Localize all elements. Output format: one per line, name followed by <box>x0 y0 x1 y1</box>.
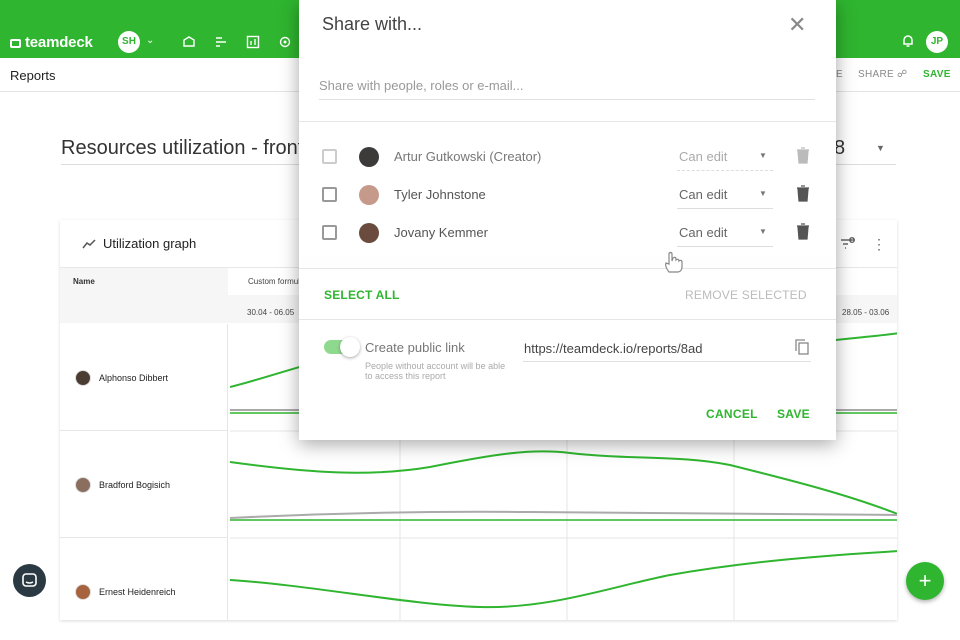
public-link-label: Create public link <box>365 340 465 355</box>
public-link-toggle[interactable] <box>324 337 360 357</box>
app-logo[interactable]: teamdeck <box>10 34 93 51</box>
caret-down-icon: ▼ <box>759 151 767 160</box>
dialog-title: Share with... <box>322 14 423 34</box>
user-row: Artur Gutkowski (Creator) Can edit ▼ <box>299 138 836 176</box>
user-checkbox[interactable] <box>322 225 337 240</box>
logo-icon <box>10 39 21 48</box>
permission-select[interactable]: Can edit ▼ <box>677 179 773 209</box>
avatar <box>359 147 379 167</box>
divider <box>299 268 836 269</box>
permission-select[interactable]: Can edit ▼ <box>677 141 773 171</box>
save-button[interactable]: SAVE <box>777 407 810 421</box>
avatar <box>359 185 379 205</box>
public-link-help: People without account will be able to a… <box>365 361 506 381</box>
plus-icon: + <box>918 568 932 593</box>
trash-icon[interactable] <box>796 223 810 240</box>
user-checkbox[interactable] <box>322 149 337 164</box>
bell-icon[interactable] <box>901 34 915 48</box>
person-name: Alphonso Dibbert <box>99 373 169 383</box>
user-avatar[interactable]: JP <box>926 31 948 53</box>
filter-icon[interactable]: 1 <box>840 237 856 249</box>
public-link-field[interactable]: https://teamdeck.io/reports/8ad <box>523 334 811 362</box>
workspace-avatar[interactable]: SH <box>118 31 140 53</box>
copy-icon[interactable] <box>795 339 809 355</box>
share-button[interactable]: SHARE ☍ <box>858 69 907 80</box>
avatar <box>75 477 91 493</box>
avatar <box>359 223 379 243</box>
user-name: Tyler Johnstone <box>394 187 486 202</box>
permission-value: Can edit <box>679 149 728 164</box>
cancel-button[interactable]: CANCEL <box>706 407 758 421</box>
settings-icon[interactable] <box>278 35 292 49</box>
trash-icon[interactable] <box>796 185 810 202</box>
permission-value: Can edit <box>679 225 728 240</box>
series-line <box>230 510 897 519</box>
series-line <box>230 550 897 609</box>
series-line <box>230 450 897 515</box>
view-button[interactable]: E <box>836 69 843 80</box>
remove-selected-button[interactable]: REMOVE SELECTED <box>685 288 807 302</box>
dashboard-icon[interactable] <box>182 35 196 49</box>
select-all-button[interactable]: SELECT ALL <box>324 288 400 302</box>
permission-value: Can edit <box>679 187 728 202</box>
user-name: Artur Gutkowski (Creator) <box>394 149 542 164</box>
divider <box>299 319 836 320</box>
public-link-url: https://teamdeck.io/reports/8ad <box>524 341 703 356</box>
close-icon[interactable]: ✕ <box>788 12 806 38</box>
toggle-knob <box>340 337 360 357</box>
person-row[interactable]: Alphonso Dibbert <box>60 324 228 431</box>
trash-icon[interactable] <box>796 147 810 164</box>
avatar <box>75 584 91 600</box>
card-title: Utilization graph <box>103 236 197 251</box>
share-search-input[interactable] <box>319 72 815 100</box>
hand-cursor-icon <box>665 251 683 273</box>
chat-button[interactable] <box>13 564 46 597</box>
avatar <box>75 370 91 386</box>
reports-icon[interactable] <box>246 35 260 49</box>
user-row: Tyler Johnstone Can edit ▼ <box>299 176 836 214</box>
permission-select[interactable]: Can edit ▼ <box>677 217 773 247</box>
add-button[interactable]: + <box>906 562 944 600</box>
graph-icon <box>82 239 96 249</box>
person-row[interactable]: Bradford Bogisich <box>60 431 228 538</box>
person-name: Bradford Bogisich <box>99 480 171 490</box>
user-name: Jovany Kemmer <box>394 225 488 240</box>
formula-column-header: Custom formul <box>248 277 301 286</box>
date-range-start: 30.04 - 06.05 <box>247 308 295 317</box>
divider <box>299 121 836 122</box>
caret-down-icon[interactable]: ▼ <box>876 143 885 153</box>
share-label: SHARE <box>858 69 894 80</box>
caret-down-icon: ▼ <box>759 227 767 236</box>
date-range-end: 28.05 - 03.06 <box>842 308 890 317</box>
report-title[interactable]: Resources utilization - fronte <box>61 137 314 160</box>
user-checkbox[interactable] <box>322 187 337 202</box>
name-column-header[interactable]: Name <box>73 277 95 286</box>
chat-icon <box>22 573 37 587</box>
planner-icon[interactable] <box>214 35 228 49</box>
breadcrumb[interactable]: Reports <box>10 68 56 83</box>
filter-count: 1 <box>851 238 854 244</box>
chevron-down-icon[interactable]: ⌄ <box>146 35 154 46</box>
caret-down-icon: ▼ <box>759 189 767 198</box>
person-row[interactable]: Ernest Heidenreich <box>60 538 228 620</box>
lock-icon: ☍ <box>897 69 908 80</box>
save-button[interactable]: SAVE <box>923 69 951 80</box>
user-row: Jovany Kemmer Can edit ▼ <box>299 214 836 252</box>
person-name: Ernest Heidenreich <box>99 587 176 597</box>
share-dialog: Share with... ✕ Artur Gutkowski (Creator… <box>299 0 836 440</box>
more-icon[interactable]: ⋮ <box>872 236 886 253</box>
